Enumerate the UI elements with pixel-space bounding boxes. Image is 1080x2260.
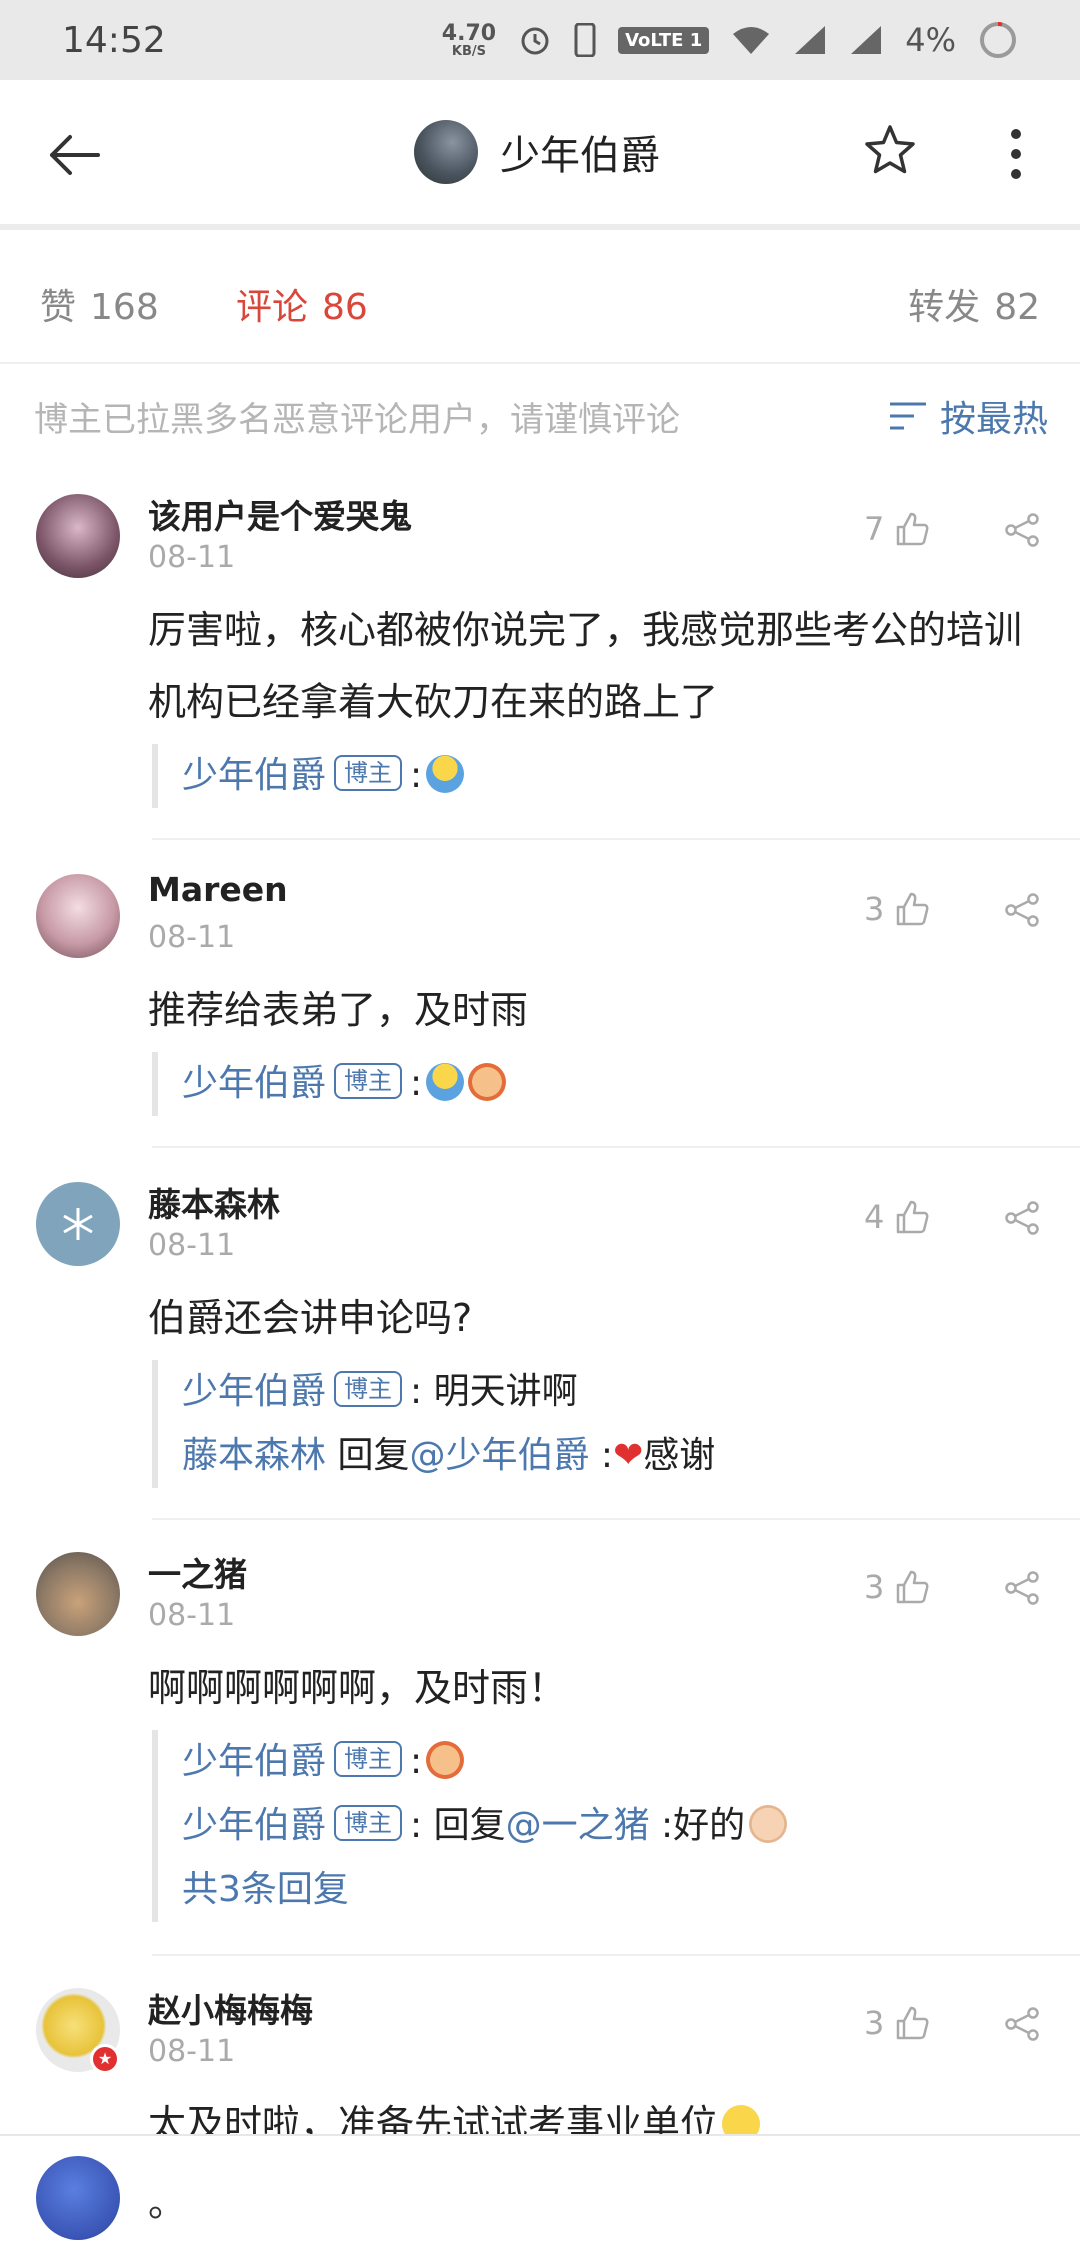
author-badge: 博主 [334,1063,403,1099]
divider [152,838,1080,840]
like-button[interactable]: 4 [864,1198,930,1236]
share-icon[interactable] [1004,1200,1040,1236]
thumbs-up-icon [897,1570,929,1604]
reply-list: 少年伯爵 博主: [152,744,465,808]
comment-date: 08-11 [148,540,236,575]
post-stats-tabs: 赞 168 评论 86 转发 82 [0,236,1080,364]
alarm-icon [521,27,549,55]
divider [152,1518,1080,1520]
my-avatar [36,2156,120,2240]
avatar[interactable] [36,874,120,958]
status-time: 14:52 [62,19,166,61]
author-badge: 博主 [334,1741,403,1777]
author-badge: 博主 [334,1371,403,1407]
reply-author[interactable]: 藤本森林 [182,1435,326,1476]
star-icon[interactable] [862,122,918,178]
share-icon[interactable] [1004,2006,1040,2042]
comment-author[interactable]: 该用户是个爱哭鬼 [148,490,412,538]
comment-author[interactable]: Mareen [148,870,288,909]
comment-date: 08-11 [148,2034,236,2069]
reply-list: 少年伯爵 博主: [152,1052,507,1116]
hug-emoji-icon [426,755,465,793]
thumbs-up-icon [897,1200,929,1234]
reply-author[interactable]: 少年伯爵 [182,1371,326,1412]
reply-author[interactable]: 少年伯爵 [182,755,326,796]
comment-text: 厉害啦，核心都被你说完了，我感觉那些考公的培训机构已经拿着大砍刀在来的路上了 [148,608,1023,724]
mention-link[interactable]: @少年伯爵 [409,1435,589,1476]
comment-date: 08-11 [148,1228,236,1263]
verified-badge-icon: ★ [90,2044,120,2074]
reply-list: 少年伯爵 博主: 少年伯爵 博主: 回复@一之猪 :好的 共3条回复 [152,1730,788,1922]
reply-item[interactable]: 少年伯爵 博主: 明天讲啊 [182,1360,715,1424]
comment-notice-bar: 博主已拉黑多名恶意评论用户，请谨慎评论 按最热 [0,366,1080,466]
battery-percent: 4% [905,21,956,59]
hug-emoji-icon [426,1063,465,1101]
signal-icon-2 [851,26,882,54]
phone-icon [574,23,596,57]
mention-link[interactable]: @一之猪 [506,1805,650,1846]
comment-text: 啊啊啊啊啊啊，及时雨！ [148,1666,567,1710]
thumbs-up-icon [897,892,929,926]
thumbs-up-icon [897,512,929,546]
reply-author[interactable]: 少年伯爵 [182,1805,326,1846]
divider [152,1146,1080,1148]
sort-icon [889,402,926,430]
fist-emoji-icon [426,1741,465,1779]
wifi-icon [733,27,770,54]
comment-author[interactable]: 一之猪 [148,1548,247,1596]
like-button[interactable]: 3 [864,890,930,928]
tab-comments[interactable]: 评论 86 [236,278,368,330]
comment-input[interactable]: 。 [148,2172,186,2227]
notice-text: 博主已拉黑多名恶意评论用户，请谨慎评论 [34,400,680,440]
heart-emoji-icon: ❤ [613,1435,644,1476]
comment-date: 08-11 [148,1598,236,1633]
comment-author[interactable]: 藤本森林 [148,1178,280,1226]
back-arrow-icon[interactable] [44,125,104,185]
battery-icon [980,21,1016,58]
reply-item[interactable]: 少年伯爵 博主: [182,1052,507,1116]
reply-item[interactable]: 藤本森林 回复@少年伯爵 :❤感谢 [182,1424,715,1488]
more-vertical-icon[interactable] [996,124,1036,184]
share-icon[interactable] [1004,1570,1040,1606]
network-speed: 4.70 KB/S [441,20,497,59]
reply-item[interactable]: 少年伯爵 博主: [182,744,465,808]
thumbs-up-icon [897,2006,929,2040]
reply-author[interactable]: 少年伯爵 [182,1741,326,1782]
author-badge: 博主 [334,1805,403,1841]
top-app-bar: 少年伯爵 [0,80,1080,230]
fist-emoji-icon [468,1063,507,1101]
divider [152,1954,1080,1956]
ok-hand-emoji-icon [749,1805,788,1843]
share-icon[interactable] [1004,892,1040,928]
like-button[interactable]: 7 [864,510,930,548]
comment-text: 推荐给表弟了，及时雨 [148,988,529,1032]
reply-list: 少年伯爵 博主: 明天讲啊 藤本森林 回复@少年伯爵 :❤感谢 [152,1360,715,1488]
comment-author[interactable]: 赵小梅梅梅 [148,1984,313,2032]
author-badge: 博主 [334,755,403,791]
view-all-replies-link[interactable]: 共3条回复 [182,1858,787,1922]
reply-item[interactable]: 少年伯爵 博主: [182,1730,787,1794]
author-avatar[interactable] [414,120,478,184]
snowflake-icon [63,1208,93,1240]
reply-item[interactable]: 少年伯爵 博主: 回复@一之猪 :好的 [182,1794,788,1858]
page-title: 少年伯爵 [500,133,660,179]
reply-author[interactable]: 少年伯爵 [182,1063,326,1104]
volte-badge: VoLTE 1 [618,26,710,54]
status-bar: 14:52 4.70 KB/S VoLTE 1 4% [0,0,1080,80]
tab-reposts[interactable]: 转发 82 [908,278,1040,330]
avatar[interactable] [36,1552,120,1636]
post-author[interactable]: 少年伯爵 [414,120,660,184]
like-button[interactable]: 3 [864,1568,930,1606]
like-button[interactable]: 3 [864,2004,930,2042]
avatar[interactable] [36,494,120,578]
comment-input-bar: 。 [0,2134,1080,2260]
signal-icon [795,26,826,54]
comment-date: 08-11 [148,920,236,955]
sort-button[interactable]: 按最热 [888,390,1048,442]
comment-text: 伯爵还会讲申论吗? [148,1296,473,1340]
tab-likes[interactable]: 赞 168 [40,278,159,330]
share-icon[interactable] [1004,512,1040,548]
